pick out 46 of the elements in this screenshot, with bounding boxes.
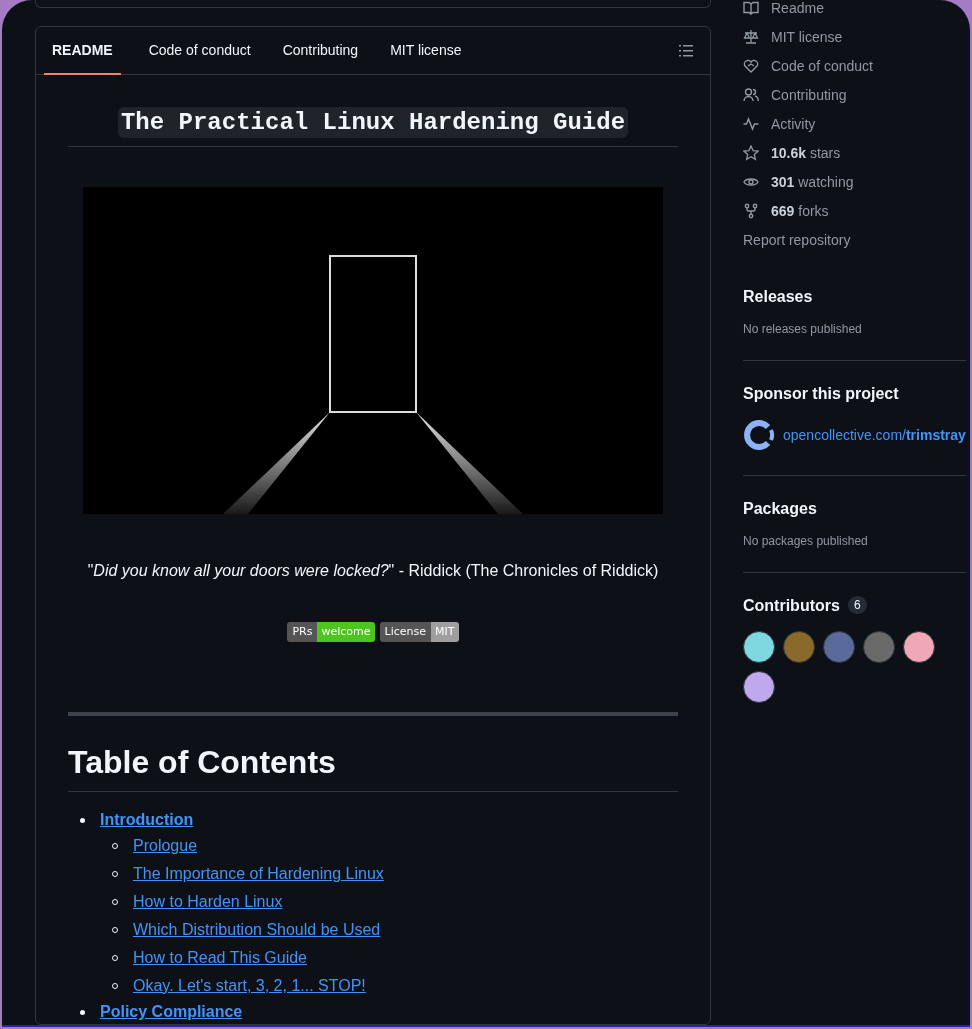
book-icon [743, 0, 759, 16]
sidebar-link[interactable]: Code of conduct [771, 57, 873, 74]
outline-menu-icon[interactable] [678, 42, 694, 59]
scale-icon [743, 28, 759, 45]
readme-tab[interactable]: README [44, 27, 121, 75]
bullet-icon [80, 817, 85, 823]
readme-tab[interactable]: Contributing [266, 27, 375, 75]
sidebar-link[interactable]: 669 forks [771, 202, 829, 219]
sidebar-link[interactable]: MIT license [771, 28, 843, 45]
toc-link[interactable]: The Importance of Hardening Linux [133, 865, 384, 883]
sidebar-link[interactable]: 301 watching [771, 173, 854, 190]
toc-link[interactable]: Policy Compliance [100, 1003, 243, 1021]
bullet-icon [80, 1009, 85, 1015]
toc-link[interactable]: Introduction [100, 811, 194, 829]
empty-note: No releases published [743, 322, 863, 336]
empty-note: No packages published [743, 534, 869, 548]
sidebar-link[interactable]: 10.6k stars [771, 144, 841, 161]
toc-link[interactable]: Prologue [133, 837, 198, 855]
section-heading: Releases [743, 288, 814, 306]
sidebar-link[interactable]: Readme [771, 0, 824, 16]
toc-link[interactable]: Which Distribution Should be Used [133, 921, 381, 939]
fork-icon [743, 202, 759, 219]
ring-logo-icon [743, 419, 775, 451]
heart-icon [743, 57, 759, 74]
toc-link[interactable]: How to Harden Linux [133, 893, 283, 911]
sponsor-link[interactable]: opencollective.com/trimstray [783, 427, 966, 443]
toc-link[interactable]: Okay. Let's start, 3, 2, 1... STOP! [133, 977, 366, 995]
toc-link[interactable]: How to Read This Guide [133, 949, 307, 967]
readme-tab[interactable]: Code of conduct [132, 27, 267, 75]
avatar[interactable] [903, 631, 935, 663]
pulse-icon [743, 115, 759, 132]
section-heading: Packages [743, 500, 818, 518]
star-icon [743, 144, 759, 161]
count-badge: 6 [847, 596, 867, 614]
toc-heading: Table of Contents [68, 744, 678, 792]
readme-tab[interactable]: MIT license [374, 27, 478, 75]
readme-title: The Practical Linux Hardening Guide [117, 107, 629, 138]
avatar[interactable] [743, 631, 775, 663]
section-heading: Contributors [743, 597, 840, 615]
sidebar-link[interactable]: Activity [771, 115, 816, 132]
movie-quote: "Did you know all your doors were locked?" - Riddick (The Chronicles of Riddick) [86, 562, 660, 580]
avatar[interactable] [743, 671, 775, 703]
section-heading: Sponsor this project [743, 385, 900, 403]
sidebar-link[interactable]: Report repository [743, 231, 851, 248]
sidebar-link[interactable]: Contributing [771, 86, 847, 103]
people-icon [743, 86, 759, 103]
